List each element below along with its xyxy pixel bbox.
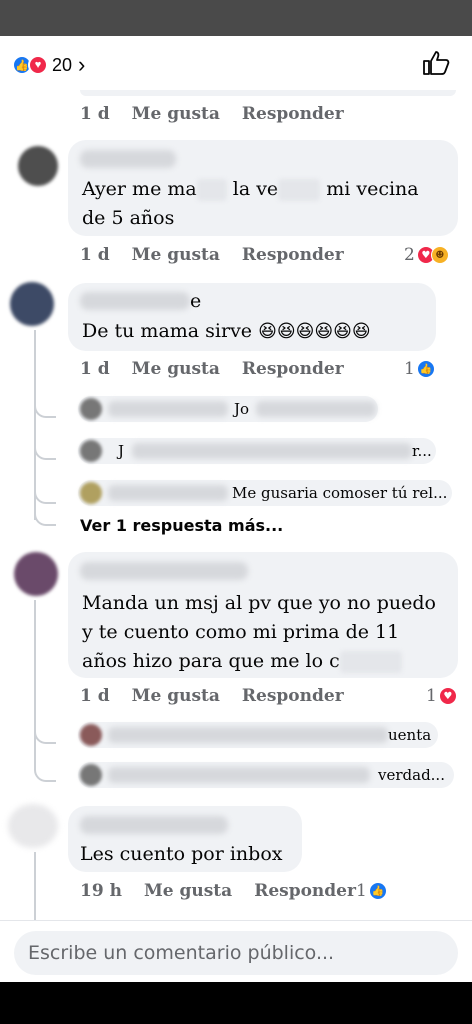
reply-connector [34,484,56,504]
comment-composer [0,920,472,982]
reaction-count: 20 [52,54,73,75]
like-link[interactable]: Me gusta [132,104,220,124]
reply-connector [34,506,56,526]
comment-text: De tu mama sirve 😆😆😆😆😆😆 [82,320,371,342]
comment-reactions[interactable]: 1 👍 [356,881,387,901]
thread-line [34,852,36,920]
love-reaction-icon: ♥ [28,55,48,75]
author-name[interactable] [80,562,248,580]
like-link[interactable]: Me gusta [132,686,220,706]
comment-time: 1 d [80,359,110,379]
comment-input[interactable] [14,931,458,975]
comment-actions: 1 d Me gusta Responder [80,686,366,706]
avatar[interactable] [10,282,54,326]
navigation-bar [0,982,472,1024]
avatar [80,764,102,786]
comment-time: 1 d [80,104,110,124]
like-icon: 👍 [368,882,387,900]
comment-actions: 19 h Me gusta Responder [80,881,378,901]
thumbs-up-icon[interactable] [422,50,450,76]
comment-time: 1 d [80,245,110,265]
author-name[interactable] [80,816,228,834]
avatar [80,440,102,462]
comment-reactions[interactable]: 1 👍 [404,359,435,379]
laughing-emoji-icon: 😆😆😆😆😆😆 [258,321,371,342]
comment-actions: 1 d Me gusta Responder [80,245,366,265]
reply-link[interactable]: Responder [242,104,344,124]
avatar[interactable] [8,804,58,848]
reply-preview[interactable]: Me gusaria comoser tú rel... [78,480,452,506]
author-name[interactable] [80,150,176,168]
header: 👍 ♥ 20 › [0,36,472,90]
comment-text: Les cuento por inbox [80,843,283,865]
post-reactions-summary[interactable]: 👍 ♥ 20 › [12,52,85,78]
reply-preview[interactable]: uenta [78,722,438,748]
like-link[interactable]: Me gusta [132,359,220,379]
avatar[interactable] [18,146,58,186]
reply-link[interactable]: Responder [242,245,344,265]
avatar[interactable] [14,552,58,596]
reply-connector [34,398,56,418]
status-bar [0,0,472,36]
like-icon: 👍 [416,360,435,378]
reply-preview[interactable]: verdad... [78,762,454,788]
reply-connector [34,440,56,460]
comment-time: 1 d [80,686,110,706]
comment-actions: 1 d Me gusta Responder [80,104,366,124]
avatar [80,482,102,504]
reply-link[interactable]: Responder [242,359,344,379]
comment-actions: 1 d Me gusta Responder [80,359,366,379]
reply-preview[interactable]: Jo [78,396,378,422]
comment-reactions[interactable]: 1 ♥ [426,686,457,706]
like-link[interactable]: Me gusta [132,245,220,265]
reply-link[interactable]: Responder [254,881,356,901]
reply-preview[interactable]: J r... [78,438,436,464]
reply-link[interactable]: Responder [242,686,344,706]
haha-icon: ☻ [430,246,449,264]
view-more-replies-link[interactable]: Ver 1 respuesta más... [80,516,283,535]
thread-line [34,600,36,770]
avatar [80,724,102,746]
avatar [80,398,102,420]
author-name-tail: e [190,290,202,312]
author-name[interactable] [80,292,190,310]
like-link[interactable]: Me gusta [144,881,232,901]
reply-connector [34,762,56,782]
comment-time: 19 h [80,881,122,901]
love-icon: ♥ [438,687,457,705]
comment-text: Ayer me ma la ve mi vecina de 5 años [82,178,419,229]
comment-text: Manda un msj al pv que yo no puedo y te … [82,592,436,673]
comment-reactions[interactable]: 2 ♥ ☻ [404,245,449,265]
chevron-right-icon: › [78,52,86,77]
reply-connector [34,724,56,744]
previous-comment-bubble-edge [80,90,456,96]
